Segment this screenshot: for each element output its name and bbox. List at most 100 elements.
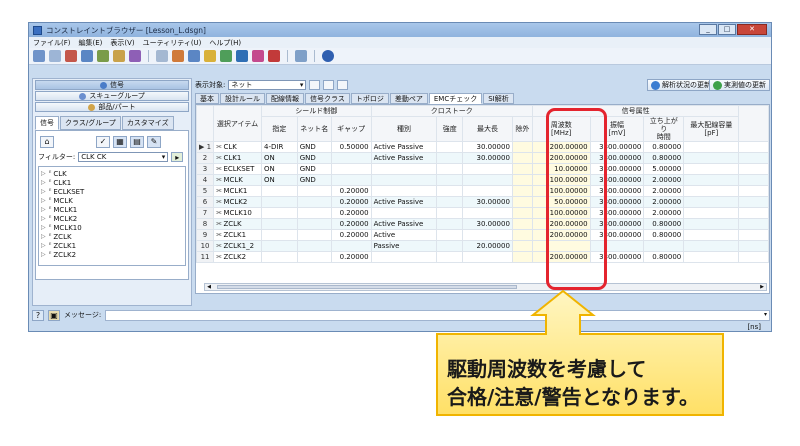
table-row[interactable]: 3 ⫘ ECLKSET ON GND 10.00000 3300.00000 5.00000 (196, 163, 769, 175)
cell-spec[interactable]: ON (261, 163, 298, 175)
cell-exclude[interactable] (511, 207, 533, 219)
expand-icon[interactable]: ▷ (41, 215, 47, 222)
tool-icon[interactable] (268, 50, 280, 62)
cell-maxlen[interactable]: 20.00000 (462, 240, 513, 252)
edit-icon[interactable]: ✎ (147, 136, 161, 148)
tree-item[interactable]: ▷ ᴱ ZCLK2 (41, 250, 183, 259)
cell-max-capacitance[interactable] (683, 185, 740, 197)
check-icon[interactable]: ✓ (96, 136, 110, 148)
tool-icon[interactable] (188, 50, 200, 62)
cell-max-capacitance[interactable] (683, 141, 740, 153)
cell-netname[interactable] (296, 207, 332, 219)
cell-strength[interactable] (436, 141, 464, 153)
cell-exclude[interactable] (511, 152, 533, 164)
cell-netname[interactable]: GND (296, 174, 332, 186)
expand-icon[interactable]: ▷ (41, 224, 47, 231)
cell-gap[interactable] (330, 152, 372, 164)
cell-netname[interactable] (296, 229, 332, 241)
nav-parts-button[interactable]: 部品/パート (35, 102, 189, 112)
tree-item[interactable]: ▷ ᴱ MCLK (41, 196, 183, 205)
cell-kind[interactable]: Passive (370, 240, 438, 252)
cell-maxlen[interactable]: 30.00000 (462, 218, 513, 230)
tool-icon[interactable] (97, 50, 109, 62)
cell-rise-time[interactable]: 0.80000 (643, 152, 685, 164)
cell-rise-time[interactable]: 5.00000 (643, 163, 685, 175)
cell-item[interactable]: ⫘ ZCLK1 (213, 229, 263, 241)
tree-item[interactable]: ▷ ᴱ CLK (41, 169, 183, 178)
menu-utility[interactable]: ユーティリティ(U) (143, 38, 202, 48)
cell-kind[interactable] (370, 207, 438, 219)
expand-icon[interactable]: ▷ (41, 170, 47, 177)
nav-skew-group-button[interactable]: スキューグループ (35, 91, 189, 101)
cell-kind[interactable]: Active Passive (370, 141, 438, 153)
undo-icon[interactable] (33, 50, 45, 62)
cell-netname[interactable]: GND (296, 152, 332, 164)
target-select[interactable]: ネット ▾ (228, 80, 307, 90)
cell-max-capacitance[interactable] (683, 229, 740, 241)
cell-strength[interactable] (436, 251, 464, 263)
table-row[interactable]: 10 ⫘ ZCLK1_2 Passive 20.00000 (196, 240, 769, 252)
table-row[interactable]: 6 ⫘ MCLK2 0.20000 Active Passive 30.00000 50.0… (196, 196, 769, 208)
cell-spec[interactable] (261, 251, 298, 263)
table-row[interactable]: 9 ⫘ ZCLK1 0.20000 Active 200.00000 3300.00000 0… (196, 229, 769, 241)
cell-exclude[interactable] (511, 163, 533, 175)
cell-rise-time[interactable]: 0.80000 (643, 218, 685, 230)
cell-spec[interactable]: ON (261, 152, 298, 164)
cell-gap[interactable] (330, 240, 372, 252)
cell-item[interactable]: ⫘ MCLK1 (213, 185, 263, 197)
cell-gap[interactable]: 0.20000 (330, 229, 372, 241)
cell-kind[interactable] (370, 163, 438, 175)
cell-max-capacitance[interactable] (683, 207, 740, 219)
cell-item[interactable]: ⫘ CLK1 (213, 152, 263, 164)
tool-icon[interactable] (204, 50, 216, 62)
cell-item[interactable]: ⫘ MCLK10 (213, 207, 263, 219)
cell-gap[interactable] (330, 174, 372, 186)
scroll-left-icon[interactable]: ◀ (205, 284, 213, 290)
menu-edit[interactable]: 編集(E) (79, 38, 103, 48)
tab-main[interactable]: SI解析 (483, 93, 514, 104)
cell-max-capacitance[interactable] (683, 218, 740, 230)
cell-maxlen[interactable] (462, 174, 513, 186)
cell-rise-time[interactable]: 2.00000 (643, 207, 685, 219)
cell-strength[interactable] (436, 196, 464, 208)
cell-item[interactable]: ⫘ CLK (213, 141, 263, 153)
cell-item[interactable]: ⫘ MCLK (213, 174, 263, 186)
cell-exclude[interactable] (511, 196, 533, 208)
tree-item[interactable]: ▷ ᴱ ZCLK1 (41, 241, 183, 250)
cell-kind[interactable]: Active (370, 229, 438, 241)
cell-rise-time[interactable]: 2.00000 (643, 185, 685, 197)
cell-kind[interactable] (370, 174, 438, 186)
cell-spec[interactable] (261, 240, 298, 252)
tool-icon[interactable] (252, 50, 264, 62)
expand-icon[interactable]: ▷ (41, 197, 47, 204)
cell-netname[interactable] (296, 251, 332, 263)
col-spec[interactable]: 指定 (261, 116, 298, 142)
tab-main[interactable]: トポロジ (350, 93, 389, 104)
cell-strength[interactable] (436, 152, 464, 164)
cell-rise-time[interactable]: 2.00000 (643, 196, 685, 208)
expand-icon[interactable]: ▷ (41, 188, 47, 195)
tool-icon[interactable] (156, 50, 168, 62)
tab-main[interactable]: 差動ペア (389, 93, 428, 104)
cell-maxlen[interactable] (462, 163, 513, 175)
cell-rise-time[interactable]: 0.80000 (643, 141, 685, 153)
cell-gap[interactable]: 0.20000 (330, 251, 372, 263)
tool-icon[interactable] (295, 50, 307, 62)
col-maxlen[interactable]: 最大長 (462, 116, 513, 142)
col-rise-time[interactable]: 立ち上がり 時間 (643, 116, 685, 142)
cell-kind[interactable] (370, 251, 438, 263)
help-icon[interactable] (322, 50, 334, 62)
expand-icon[interactable]: ▷ (41, 242, 47, 249)
table-row[interactable]: ▶ 1 ⫘ CLK 4-DIR GND 0.50000 Active Passive 30.0… (196, 141, 769, 153)
tool-icon[interactable] (172, 50, 184, 62)
cell-exclude[interactable] (511, 141, 533, 153)
cell-spec[interactable] (261, 229, 298, 241)
menu-view[interactable]: 表示(V) (110, 38, 134, 48)
cell-spec[interactable]: ON (261, 174, 298, 186)
tab-main[interactable]: 信号クラス (305, 93, 350, 104)
col-netname[interactable]: ネット名 (296, 116, 332, 142)
cell-item[interactable]: ⫘ ZCLK1_2 (213, 240, 263, 252)
cell-strength[interactable] (436, 174, 464, 186)
expand-icon[interactable]: ▷ (41, 233, 47, 240)
tool-icon[interactable] (113, 50, 125, 62)
